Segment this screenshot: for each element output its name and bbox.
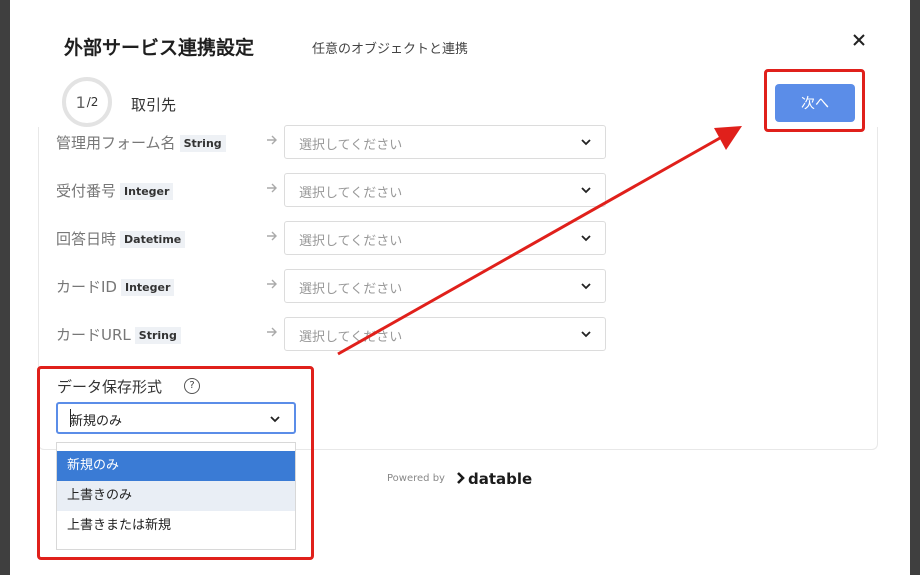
field-row-form-name: 管理用フォーム名 String 選択してください <box>56 125 616 159</box>
field-row-card-url: カードURL String 選択してください <box>56 317 616 351</box>
step-indicator: 1 /2 <box>62 77 112 127</box>
select-placeholder: 選択してください <box>299 138 403 153</box>
step-current: 1 <box>75 92 86 112</box>
field-label: 回答日時 Datetime <box>56 228 186 249</box>
chevron-down-icon <box>581 235 591 242</box>
field-select[interactable]: 選択してください <box>284 173 606 207</box>
save-format-callout <box>37 366 314 560</box>
backdrop-left <box>0 0 10 575</box>
brand-logo: datable <box>456 470 532 488</box>
field-row-answer-datetime: 回答日時 Datetime 選択してください <box>56 221 616 255</box>
close-button[interactable] <box>849 30 869 50</box>
select-placeholder: 選択してください <box>299 282 403 297</box>
modal-title: 外部サービス連携設定 <box>64 37 255 59</box>
select-placeholder: 選択してください <box>299 234 403 249</box>
field-label: 管理用フォーム名 String <box>56 132 226 153</box>
arrow-right-icon <box>267 183 277 193</box>
modal-subtitle: 任意のオブジェクトと連携 <box>312 42 469 57</box>
type-badge: Integer <box>120 183 174 200</box>
field-select[interactable]: 選択してください <box>284 317 606 351</box>
field-label: カードID Integer <box>56 276 175 297</box>
select-placeholder: 選択してください <box>299 330 403 345</box>
close-icon <box>853 34 865 46</box>
field-row-receipt-number: 受付番号 Integer 選択してください <box>56 173 616 207</box>
arrow-right-icon <box>267 135 277 145</box>
type-badge: Datetime <box>120 231 186 248</box>
brand-name: datable <box>468 470 533 488</box>
field-select[interactable]: 選択してください <box>284 125 606 159</box>
type-badge: Integer <box>120 279 175 296</box>
powered-by-text: Powered by <box>387 473 445 484</box>
step-total: /2 <box>86 95 99 109</box>
step-name: 取引先 <box>131 96 177 114</box>
field-row-card-id: カードID Integer 選択してください <box>56 269 616 303</box>
select-placeholder: 選択してください <box>299 186 403 201</box>
chevron-down-icon <box>581 283 591 290</box>
arrow-right-icon <box>267 327 277 337</box>
type-badge: String <box>179 135 226 152</box>
next-button-callout <box>764 69 865 132</box>
chevron-down-icon <box>581 139 591 146</box>
chevron-down-icon <box>581 187 591 194</box>
arrow-right-icon <box>267 279 277 289</box>
backdrop-right <box>910 0 920 575</box>
field-select[interactable]: 選択してください <box>284 269 606 303</box>
field-label: カードURL String <box>56 324 181 345</box>
arrow-right-icon <box>267 231 277 241</box>
field-select[interactable]: 選択してください <box>284 221 606 255</box>
brand-chevron-icon <box>457 472 465 484</box>
field-label: 受付番号 Integer <box>56 180 174 201</box>
type-badge: String <box>134 327 181 344</box>
chevron-down-icon <box>581 331 591 338</box>
